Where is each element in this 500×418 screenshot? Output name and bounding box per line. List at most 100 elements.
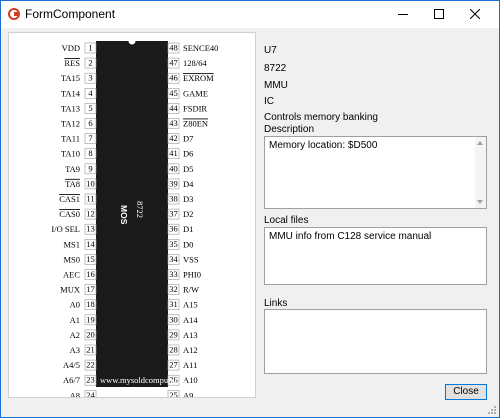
pin-number: 18 (86, 299, 95, 309)
pin-name-right: D4 (183, 179, 194, 189)
pin-name-right: R/W (183, 285, 199, 295)
pin-name-right: D6 (183, 149, 193, 159)
pin-number: 41 (169, 148, 178, 158)
pin-number: 10 (86, 178, 95, 188)
pin-name-left: TA8 (65, 179, 80, 189)
pin-name-left: CAS1 (59, 194, 80, 204)
pin-number: 40 (169, 163, 178, 173)
pin-number: 23 (86, 375, 95, 385)
chip-pinout-image: 1 VDD 2 RES 3 TA15 4 TA14 5 TA13 6 TA12 7 TA11 8 TA10 9 T… (8, 32, 256, 398)
pin-number: 44 (169, 103, 178, 113)
pin-name-left: AEC (63, 270, 80, 280)
pin-number: 46 (169, 73, 178, 83)
pin-number: 3 (88, 73, 92, 83)
pin-name-left: RES (64, 58, 80, 68)
scroll-up-icon[interactable] (477, 141, 483, 145)
pin-name-right: D1 (183, 224, 193, 234)
pin-name-right: A9 (183, 390, 193, 397)
resize-grip-icon[interactable] (487, 405, 497, 415)
local-files-label: Local files (264, 215, 309, 226)
minimize-button[interactable] (385, 1, 421, 28)
pin-name-left: VDD (62, 43, 80, 53)
component-name: MMU (264, 80, 288, 91)
chip-diagram: 1VDD2RES3TA154TA145TA136TA127TA118TA109T… (51, 37, 218, 397)
pin-name-left: A1 (70, 315, 80, 325)
pin-name-right: D0 (183, 239, 193, 249)
pin-number: 48 (169, 43, 178, 53)
pin-number: 14 (86, 239, 95, 249)
app-icon (8, 8, 20, 20)
pin-number: 12 (86, 209, 95, 219)
pin-number: 19 (86, 314, 95, 324)
links-textbox[interactable] (264, 309, 487, 374)
description-text: Memory location: $D500 (269, 140, 378, 151)
pin-number: 5 (88, 103, 92, 113)
pin-number: 24 (86, 390, 95, 397)
pin-name-left: MUX (60, 285, 80, 295)
pin-name-left: CAS0 (59, 209, 80, 219)
pin-name-right: A13 (183, 330, 198, 340)
pin-number: 9 (88, 163, 92, 173)
pin-name-left: I/O SEL (51, 224, 80, 234)
pin-number: 42 (169, 133, 178, 143)
component-function: Controls memory banking (264, 112, 378, 123)
pin-number: 36 (169, 224, 178, 234)
pin-number: 21 (86, 345, 95, 355)
pin-name-left: TA10 (61, 149, 80, 159)
chip-notch (128, 37, 136, 45)
pin-number: 27 (169, 360, 178, 370)
pin-number: 2 (88, 58, 92, 68)
pin-name-right: VSS (183, 254, 199, 264)
window-close-button[interactable] (457, 1, 493, 28)
window-title: FormComponent (25, 7, 116, 21)
pin-name-left: MS0 (63, 254, 80, 264)
close-button[interactable]: Close (445, 384, 487, 400)
pin-name-right: A15 (183, 300, 198, 310)
pin-number: 47 (169, 58, 178, 68)
pin-name-left: TA11 (61, 134, 80, 144)
pin-name-left: MS1 (63, 239, 80, 249)
title-bar[interactable]: FormComponent (1, 1, 499, 28)
pin-name-left: A3 (70, 345, 80, 355)
pin-number: 45 (169, 88, 178, 98)
pin-number: 20 (86, 329, 95, 339)
close-icon (470, 9, 480, 19)
maximize-button[interactable] (421, 1, 457, 28)
pin-name-left: A2 (70, 330, 80, 340)
pin-number: 25 (169, 390, 178, 397)
pin-name-right: D7 (183, 134, 193, 144)
chip-part-label: 8722 (135, 201, 145, 218)
pin-name-right: D5 (183, 164, 193, 174)
pin-name-right: FSDIR (183, 103, 207, 113)
pin-number: 35 (169, 239, 178, 249)
pin-number: 7 (88, 133, 92, 143)
pin-name-right: A12 (183, 345, 198, 355)
pin-name-left: A8 (70, 390, 80, 397)
description-scrollbar[interactable] (475, 137, 486, 208)
description-textbox[interactable]: Memory location: $D500 (264, 136, 487, 209)
pin-name-right: GAME (183, 88, 208, 98)
chip-website: www.mysoldcomputer.nl (100, 375, 186, 385)
component-part-number: 8722 (264, 63, 287, 74)
pin-number: 1 (88, 43, 92, 53)
pin-number: 28 (169, 345, 178, 355)
pin-number: 43 (169, 118, 178, 128)
pin-number: 8 (88, 148, 92, 158)
component-designator: U7 (264, 45, 277, 56)
pin-number: 6 (88, 118, 92, 128)
form-window: FormComponent 1 VDD 2 RES 3 TA15 4 TA14 5 TA13 6 TA… (0, 0, 500, 418)
pin-number: 34 (169, 254, 178, 264)
pin-number: 30 (169, 314, 178, 324)
pin-name-left: A0 (70, 300, 80, 310)
scroll-down-icon[interactable] (477, 200, 483, 204)
pin-number: 38 (169, 194, 178, 204)
pin-number: 32 (169, 284, 178, 294)
mos-logo: MOS (119, 205, 129, 225)
chip-body (96, 41, 168, 387)
local-files-textbox[interactable]: MMU info from C128 service manual (264, 227, 487, 285)
pin-name-right: D3 (183, 194, 193, 204)
pin-name-left: TA12 (61, 119, 80, 129)
pin-name-right: SENCE40 (183, 43, 218, 53)
pin-number: 22 (86, 360, 95, 370)
component-type: IC (264, 96, 274, 107)
